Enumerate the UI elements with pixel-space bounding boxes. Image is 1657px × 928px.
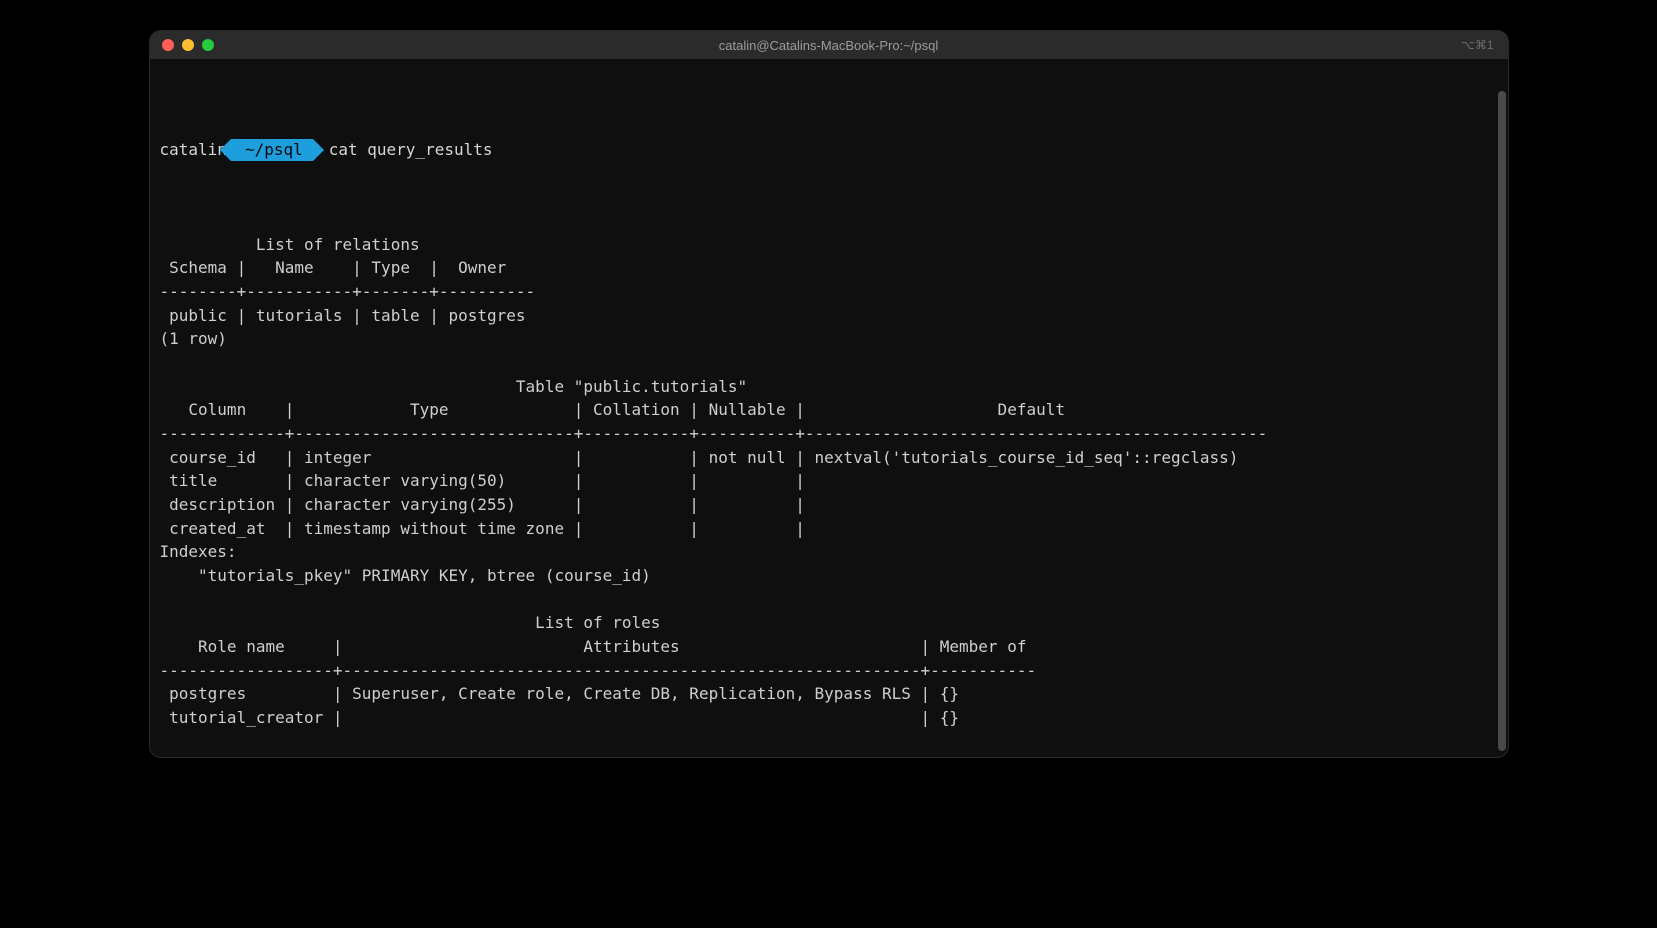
roles1-rule: ------------------+---------------------… bbox=[160, 661, 1037, 680]
minimize-icon[interactable] bbox=[182, 39, 194, 51]
relations-row: public | tutorials | table | postgres bbox=[160, 306, 526, 325]
table-heading: Table "public.tutorials" bbox=[160, 377, 748, 396]
prompt-path: ~/psql bbox=[231, 139, 313, 161]
table-row: description | character varying(255) | |… bbox=[160, 495, 805, 514]
relations-footer: (1 row) bbox=[160, 329, 227, 348]
table-row: title | character varying(50) | | | bbox=[160, 471, 805, 490]
roles1-row: tutorial_creator | | {} bbox=[160, 708, 960, 727]
close-icon[interactable] bbox=[162, 39, 174, 51]
scrollbar[interactable] bbox=[1498, 91, 1506, 751]
index-line: "tutorials_pkey" PRIMARY KEY, btree (cou… bbox=[160, 566, 651, 585]
prompt-command: cat query_results bbox=[329, 138, 493, 162]
table-row: created_at | timestamp without time zone… bbox=[160, 519, 805, 538]
prompt-line: catalin ~/psql cat query_results bbox=[160, 138, 1498, 162]
table-row: course_id | integer | | not null | nextv… bbox=[160, 448, 1239, 467]
table-rule: -------------+--------------------------… bbox=[160, 424, 1268, 443]
scrollbar-thumb[interactable] bbox=[1498, 91, 1506, 751]
roles1-row: postgres | Superuser, Create role, Creat… bbox=[160, 684, 960, 703]
window-controls bbox=[162, 39, 214, 51]
relations-output: List of relations Schema | Name | Type |… bbox=[160, 233, 1498, 757]
indexes-label: Indexes: bbox=[160, 542, 237, 561]
terminal-window: catalin@Catalins-MacBook-Pro:~/psql ⌥⌘1 … bbox=[149, 30, 1509, 758]
relations-rule: --------+-----------+-------+---------- bbox=[160, 282, 536, 301]
roles1-header: Role name | Attributes | Member of bbox=[160, 637, 1027, 656]
maximize-icon[interactable] bbox=[202, 39, 214, 51]
relations-heading: List of relations bbox=[160, 235, 420, 254]
window-title: catalin@Catalins-MacBook-Pro:~/psql bbox=[719, 38, 938, 53]
roles1-heading: List of roles bbox=[160, 613, 661, 632]
window-hint: ⌥⌘1 bbox=[1461, 38, 1494, 52]
titlebar: catalin@Catalins-MacBook-Pro:~/psql ⌥⌘1 bbox=[150, 31, 1508, 59]
relations-header: Schema | Name | Type | Owner bbox=[160, 258, 507, 277]
table-header: Column | Type | Collation | Nullable | D… bbox=[160, 400, 1065, 419]
roles2-heading: List of roles bbox=[160, 755, 420, 757]
terminal-body[interactable]: catalin ~/psql cat query_results List of… bbox=[150, 59, 1508, 757]
